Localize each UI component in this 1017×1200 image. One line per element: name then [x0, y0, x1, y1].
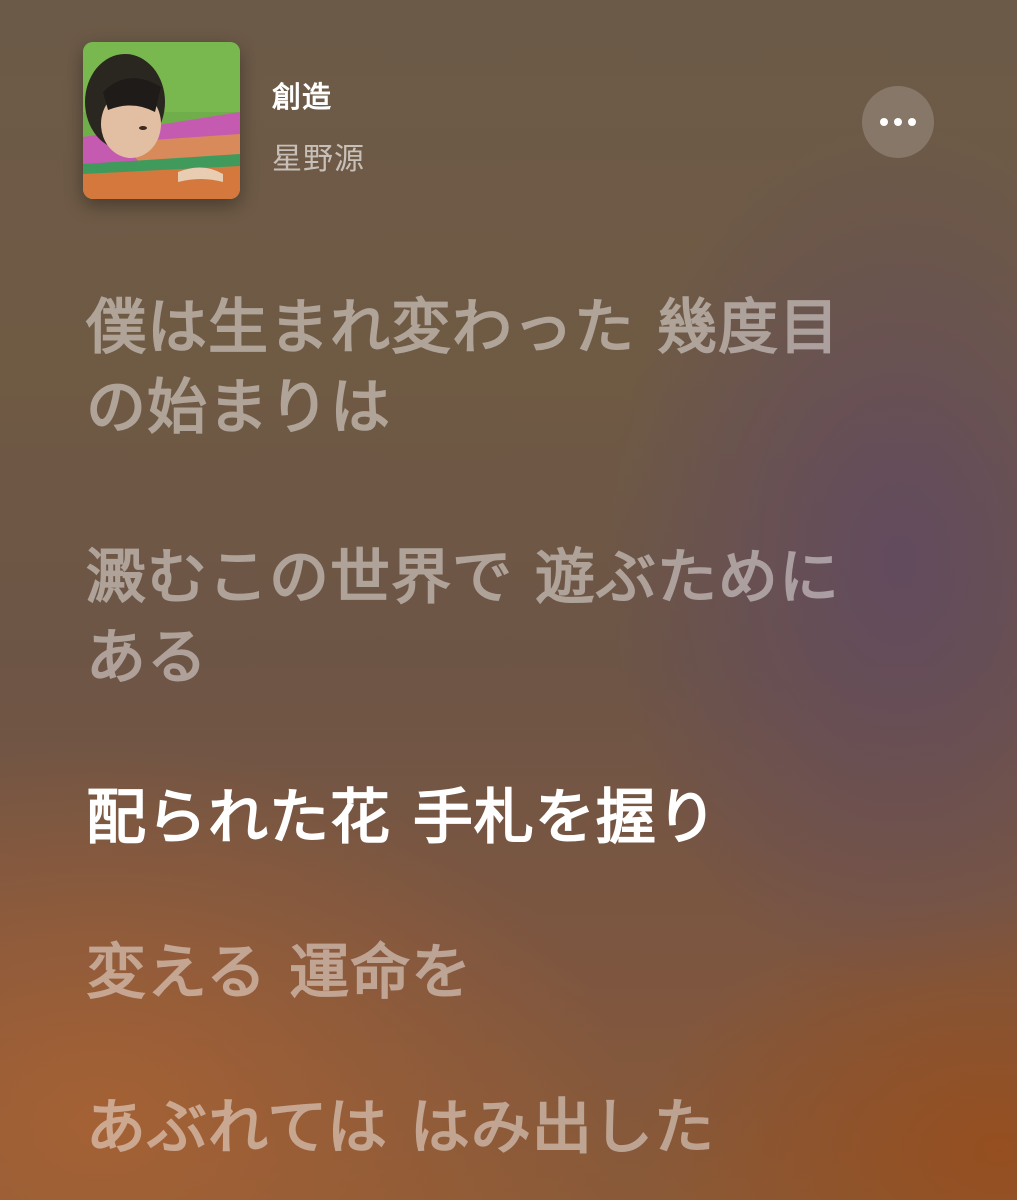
- lyric-line[interactable]: 澱むこの世界で 遊ぶためにある: [86, 538, 846, 698]
- lyric-line[interactable]: あぶれては はみ出した: [86, 1088, 846, 1168]
- album-artwork[interactable]: [83, 42, 240, 199]
- artist-name[interactable]: 星野源: [272, 134, 365, 178]
- lyric-line[interactable]: 変える 運命を: [86, 933, 846, 1013]
- song-title: 創造: [272, 80, 333, 114]
- lyric-line-active[interactable]: 配られた花 手札を握り: [86, 778, 846, 858]
- ellipsis-icon: [880, 118, 888, 126]
- now-playing-header: 創造 星野源: [0, 0, 1017, 240]
- ellipsis-icon: [908, 118, 916, 126]
- album-artwork-image: [83, 42, 240, 199]
- ellipsis-icon: [894, 118, 902, 126]
- lyric-line[interactable]: 僕は生まれ変わった 幾度目の始まりは: [86, 288, 846, 448]
- more-options-button[interactable]: [862, 86, 934, 158]
